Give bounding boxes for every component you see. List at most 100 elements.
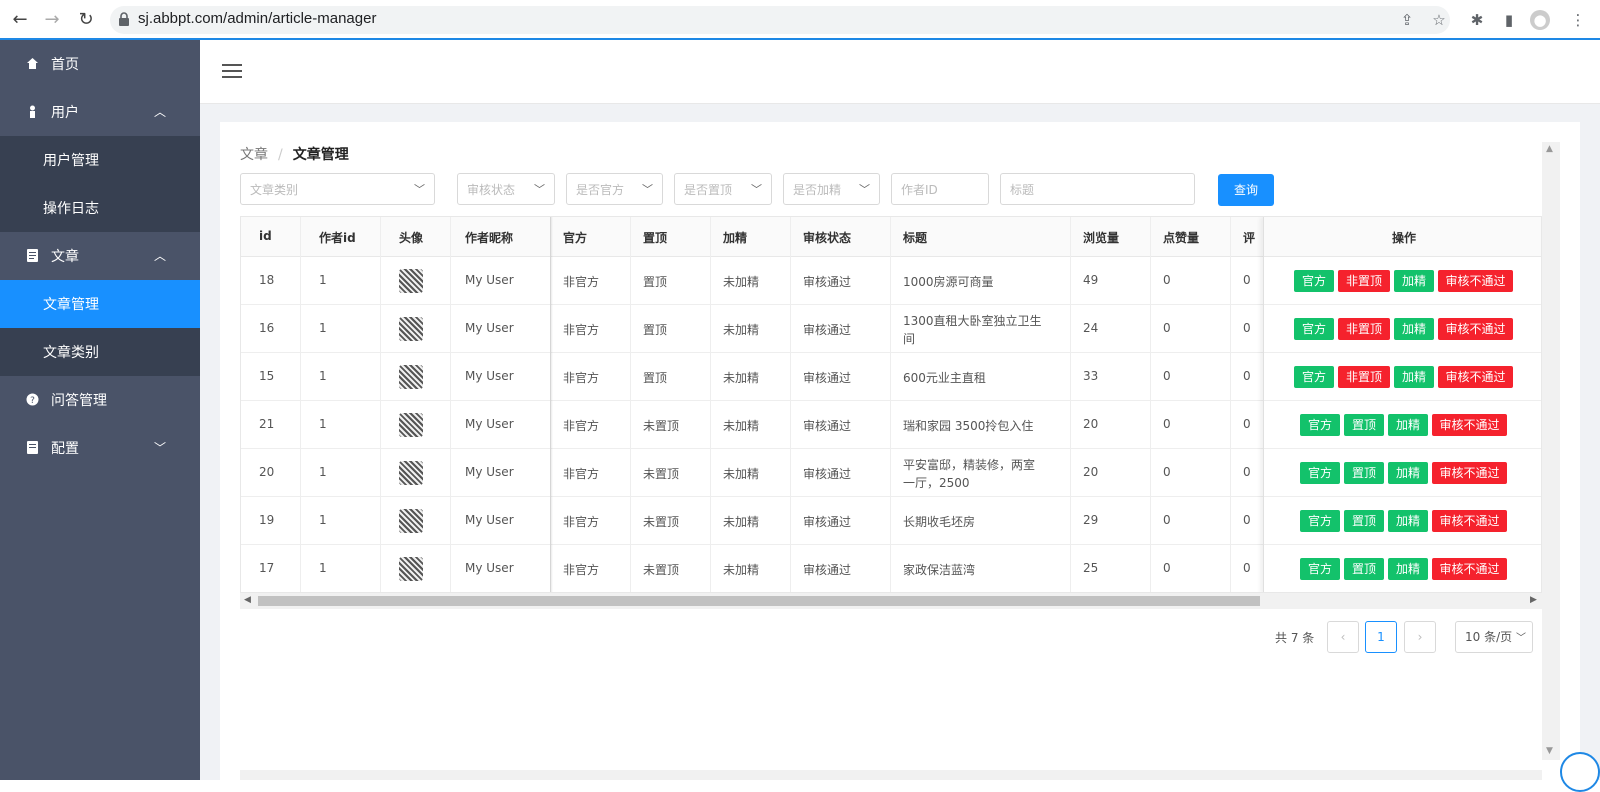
official-button[interactable]: 官方: [1294, 270, 1334, 292]
sidebar-item-label: 用户: [51, 105, 79, 121]
sidebar-item-label: 配置: [51, 441, 79, 457]
reject-button[interactable]: 审核不通过: [1432, 510, 1507, 532]
column-divider: [710, 217, 711, 592]
top-button[interactable]: 置顶: [1344, 510, 1384, 532]
row-divider: [1264, 400, 1541, 401]
query-button[interactable]: 查询: [1218, 174, 1274, 206]
cell-featured: 未加精: [723, 371, 760, 385]
top-button[interactable]: 非置顶: [1338, 318, 1390, 340]
sidebar-item-article-category[interactable]: 文章类别: [0, 328, 200, 376]
cell-views: 20: [1083, 417, 1099, 431]
cell-comments: 0: [1243, 321, 1251, 335]
sidebar-item-home[interactable]: 首页: [0, 40, 200, 88]
column-header-author-id[interactable]: 作者id: [319, 229, 356, 246]
sidebar-item-article-manage[interactable]: 文章管理: [0, 280, 200, 328]
cell-likes: 0: [1163, 561, 1171, 575]
scrollbar-thumb[interactable]: [258, 596, 1260, 606]
top-button[interactable]: 置顶: [1344, 462, 1384, 484]
column-header-likes[interactable]: 点赞量: [1163, 229, 1199, 246]
cell-author-nickname: My User: [465, 465, 514, 479]
column-header-comments[interactable]: 评: [1243, 229, 1255, 246]
fixed-column-shadow: [550, 217, 553, 592]
title-input[interactable]: 标题: [1000, 173, 1195, 205]
official-button[interactable]: 官方: [1294, 318, 1334, 340]
placeholder: 标题: [1010, 183, 1035, 197]
column-header-id[interactable]: id: [259, 229, 272, 243]
share-icon[interactable]: ⇪: [1397, 10, 1417, 30]
column-header-title[interactable]: 标题: [903, 229, 927, 246]
header: [200, 40, 1600, 104]
cell-comments: 0: [1243, 513, 1251, 527]
column-header-official[interactable]: 官方: [563, 229, 587, 246]
cell-official: 非官方: [563, 563, 600, 577]
breadcrumb-parent[interactable]: 文章: [240, 147, 268, 163]
placeholder: 是否官方: [576, 183, 625, 197]
top-button[interactable]: 置顶: [1344, 558, 1384, 580]
sidebar-item-article[interactable]: 文章 ︿: [0, 232, 200, 280]
back-icon[interactable]: ←: [8, 8, 32, 32]
official-button[interactable]: 官方: [1300, 510, 1340, 532]
sidebar-item-config[interactable]: 配置 ﹀: [0, 424, 200, 472]
column-header-top[interactable]: 置顶: [643, 229, 667, 246]
sidebar-item-qa[interactable]: ? 问答管理: [0, 376, 200, 424]
prev-page-button[interactable]: ‹: [1327, 621, 1359, 653]
column-header-review-status[interactable]: 审核状态: [803, 229, 851, 246]
official-button[interactable]: 官方: [1300, 462, 1340, 484]
top-button[interactable]: 非置顶: [1338, 366, 1390, 388]
review-status-select[interactable]: 审核状态 ﹀: [457, 173, 555, 205]
category-select[interactable]: 文章类别 ﹀: [240, 173, 435, 205]
featured-button[interactable]: 加精: [1388, 510, 1428, 532]
chevron-down-icon: ﹀: [642, 183, 653, 196]
top-select[interactable]: 是否置顶 ﹀: [674, 173, 772, 205]
top-button[interactable]: 非置顶: [1338, 270, 1390, 292]
featured-button[interactable]: 加精: [1394, 366, 1434, 388]
forward-icon[interactable]: →: [40, 8, 64, 32]
page-1-button[interactable]: 1: [1365, 621, 1397, 653]
reject-button[interactable]: 审核不通过: [1438, 318, 1513, 340]
next-page-button[interactable]: ›: [1404, 621, 1436, 653]
official-button[interactable]: 官方: [1300, 558, 1340, 580]
official-button[interactable]: 官方: [1294, 366, 1334, 388]
featured-button[interactable]: 加精: [1394, 318, 1434, 340]
reject-button[interactable]: 审核不通过: [1432, 414, 1507, 436]
official-select[interactable]: 是否官方 ﹀: [566, 173, 663, 205]
column-header-author-nickname[interactable]: 作者昵称: [465, 229, 513, 246]
featured-select[interactable]: 是否加精 ﹀: [783, 173, 880, 205]
sidebar-item-user-manage[interactable]: 用户管理: [0, 136, 200, 184]
bookmark-star-icon[interactable]: ☆: [1429, 10, 1449, 30]
row-divider: [1264, 304, 1541, 305]
column-header-views[interactable]: 浏览量: [1083, 229, 1119, 246]
cell-title: 平安富邸，精装修，两室: [903, 458, 1036, 472]
page-horizontal-scrollbar[interactable]: [240, 770, 1542, 780]
reject-button[interactable]: 审核不通过: [1432, 558, 1507, 580]
featured-button[interactable]: 加精: [1388, 558, 1428, 580]
featured-button[interactable]: 加精: [1388, 462, 1428, 484]
reload-icon[interactable]: ↻: [74, 8, 98, 32]
vertical-scrollbar[interactable]: ▲ ▼: [1542, 142, 1560, 760]
featured-button[interactable]: 加精: [1394, 270, 1434, 292]
sidebar-item-operation-log[interactable]: 操作日志: [0, 184, 200, 232]
sidebar: 首页 用户 ︿ 用户管理 操作日志 文章 ︿ 文章管理 文章类别 ? 问答管理 …: [0, 40, 200, 780]
author-id-input[interactable]: 作者ID: [891, 173, 989, 205]
floating-helper-icon[interactable]: [1560, 752, 1600, 792]
side-panel-icon[interactable]: ▮: [1499, 10, 1519, 30]
page-size-select[interactable]: 10 条/页 ﹀: [1455, 621, 1533, 653]
top-button[interactable]: 置顶: [1344, 414, 1384, 436]
menu-kebab-icon[interactable]: ⋮: [1568, 10, 1588, 30]
cell-top: 未置顶: [643, 515, 680, 529]
reject-button[interactable]: 审核不通过: [1438, 366, 1513, 388]
row-divider: [1264, 352, 1541, 353]
reject-button[interactable]: 审核不通过: [1432, 462, 1507, 484]
horizontal-scrollbar[interactable]: ◀ ▶: [240, 593, 1542, 609]
extensions-icon[interactable]: ✱: [1467, 10, 1487, 30]
url-text[interactable]: sj.abbpt.com/admin/article-manager: [138, 10, 376, 27]
column-header-avatar[interactable]: 头像: [399, 229, 423, 246]
column-header-featured[interactable]: 加精: [723, 229, 747, 246]
profile-icon[interactable]: ●: [1530, 10, 1550, 30]
sidebar-item-user[interactable]: 用户 ︿: [0, 88, 200, 136]
reject-button[interactable]: 审核不通过: [1438, 270, 1513, 292]
cell-review-status: 审核通过: [803, 467, 852, 481]
featured-button[interactable]: 加精: [1388, 414, 1428, 436]
menu-toggle-icon[interactable]: [222, 64, 242, 80]
official-button[interactable]: 官方: [1300, 414, 1340, 436]
